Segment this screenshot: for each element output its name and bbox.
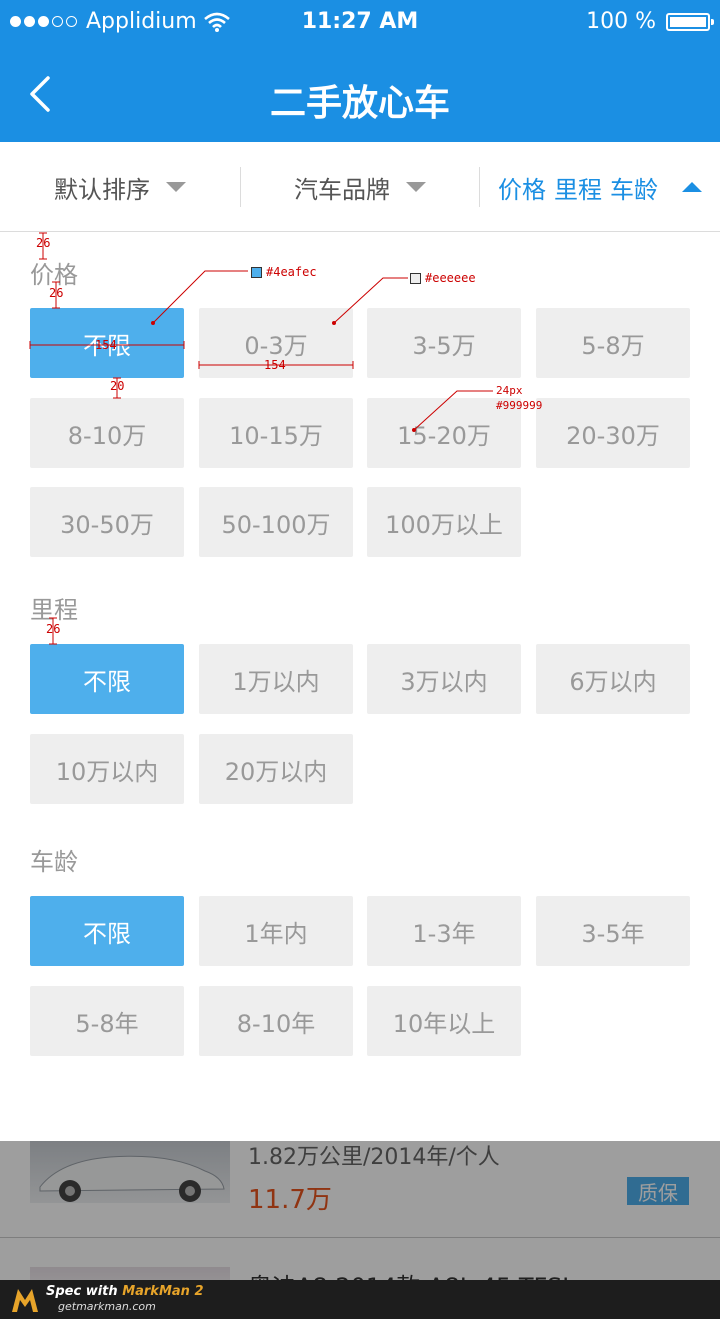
section-title-price: 价格 — [30, 261, 78, 289]
price-option[interactable]: 5-8万 — [536, 308, 690, 378]
spec-color-label: #eeeeee — [425, 271, 476, 285]
sort-tab[interactable]: 默认排序 — [0, 142, 240, 232]
price-option[interactable]: 3-5万 — [367, 308, 521, 378]
spec-gap-label: 26 — [46, 622, 61, 636]
status-bar: Applidium 11:27 AM 100 % — [0, 0, 720, 46]
brand-tab-label: 汽车品牌 — [294, 175, 390, 204]
age-option[interactable]: 3-5年 — [536, 896, 690, 966]
section-title-age: 车龄 — [30, 848, 78, 876]
price-option[interactable]: 100万以上 — [367, 487, 521, 557]
price-option[interactable]: 20-30万 — [536, 398, 690, 468]
section-title-mileage: 里程 — [30, 596, 78, 624]
spec-gap-label: 26 — [36, 236, 51, 250]
battery-percent: 100 % — [586, 9, 656, 34]
price-option[interactable]: 30-50万 — [30, 487, 184, 557]
markman-url: getmarkman.com — [58, 1300, 156, 1313]
sort-tab-label: 默认排序 — [54, 175, 150, 204]
markman-logo-icon — [12, 1289, 38, 1312]
mileage-option[interactable]: 3万以内 — [367, 644, 521, 714]
price-option[interactable]: 10-15万 — [199, 398, 353, 468]
chevron-down-icon — [166, 182, 186, 192]
chevron-down-icon — [406, 182, 426, 192]
age-option[interactable]: 不限 — [30, 896, 184, 966]
chevron-up-icon — [682, 182, 702, 192]
nav-bar: 二手放心车 — [0, 46, 720, 142]
spec-gap-label: 20 — [110, 379, 125, 393]
markman-footer: Spec with MarkMan 2 getmarkman.com — [0, 1280, 720, 1319]
price-mileage-age-tab[interactable]: 价格 里程 车龄 — [480, 142, 720, 232]
mileage-option[interactable]: 20万以内 — [199, 734, 353, 804]
price-option[interactable]: 8-10万 — [30, 398, 184, 468]
mileage-option[interactable]: 10万以内 — [30, 734, 184, 804]
spec-font-color-label: #999999 — [496, 399, 543, 412]
spec-color-label: #4eafec — [266, 265, 317, 279]
filter-panel: 价格 不限 0-3万 3-5万 5-8万 8-10万 10-15万 15-20万… — [0, 233, 720, 1141]
spec-width-label: 154 — [95, 338, 117, 352]
brand-tab[interactable]: 汽车品牌 — [241, 142, 479, 232]
tab-label-price: 价格 — [498, 175, 546, 204]
mileage-option[interactable]: 6万以内 — [536, 644, 690, 714]
color-swatch-selected — [251, 267, 262, 278]
spec-font-size-label: 24px — [496, 384, 523, 397]
age-option[interactable]: 8-10年 — [199, 986, 353, 1056]
status-right: 100 % — [586, 9, 714, 34]
page-title: 二手放心车 — [269, 83, 450, 124]
mileage-option[interactable]: 不限 — [30, 644, 184, 714]
spec-gap-label: 26 — [49, 286, 64, 300]
tab-label-mileage: 里程 — [554, 175, 602, 204]
filter-bar: 默认排序 汽车品牌 价格 里程 车龄 — [0, 142, 720, 232]
age-option[interactable]: 10年以上 — [367, 986, 521, 1056]
spec-width-label: 154 — [264, 358, 286, 372]
dim-overlay[interactable] — [0, 1141, 720, 1281]
age-option[interactable]: 1-3年 — [367, 896, 521, 966]
color-swatch-normal — [410, 273, 421, 284]
age-option[interactable]: 5-8年 — [30, 986, 184, 1056]
age-option[interactable]: 1年内 — [199, 896, 353, 966]
tab-label-age: 车龄 — [610, 175, 658, 204]
battery-icon — [666, 12, 714, 31]
price-option[interactable]: 50-100万 — [199, 487, 353, 557]
mileage-option[interactable]: 1万以内 — [199, 644, 353, 714]
markman-tagline: Spec with MarkMan 2 — [46, 1284, 204, 1299]
